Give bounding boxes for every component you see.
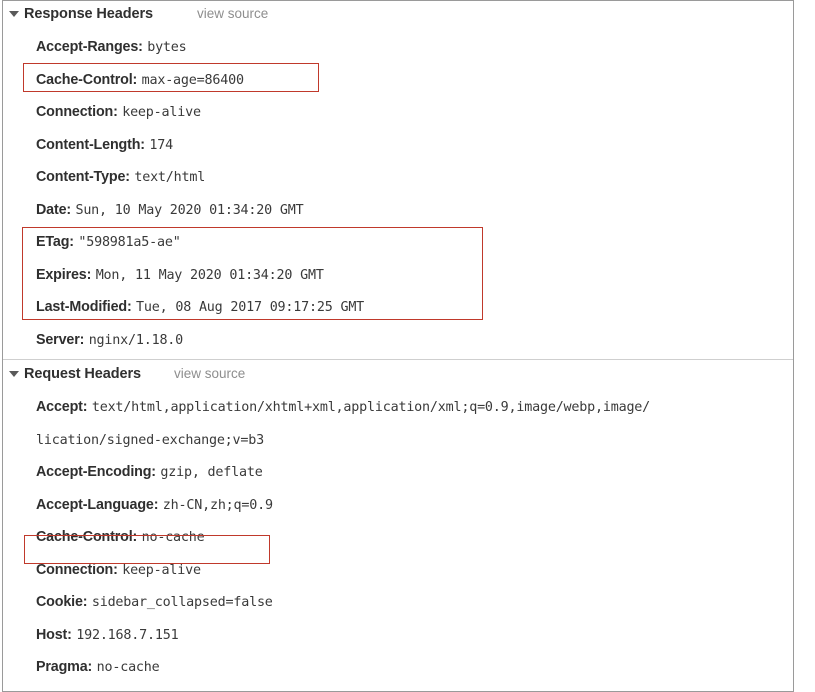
- header-value: text/html,application/xhtml+xml,applicat…: [91, 400, 651, 415]
- header-name: Content-Length:: [36, 136, 145, 153]
- header-name: Cookie:: [36, 594, 88, 610]
- header-row: Expires: Mon, 11 May 2020 01:34:20 GMT: [3, 259, 793, 292]
- header-name: Last-Modified:: [36, 299, 132, 315]
- request-view-source-link[interactable]: view source: [174, 366, 245, 381]
- header-row: Server: nginx/1.18.0: [3, 324, 793, 357]
- header-row: ETag: "598981a5-ae": [3, 226, 793, 259]
- header-value: 192.168.7.151: [76, 627, 179, 643]
- header-row: Accept-Language: zh-CN,zh;q=0.9: [3, 489, 793, 522]
- header-value: keep-alive: [122, 105, 201, 120]
- header-name: Content-Type:: [36, 169, 130, 185]
- response-headers-section-header[interactable]: Response Headers view source: [3, 0, 793, 27]
- header-row: Accept-Encoding: gzip, deflate: [3, 456, 793, 489]
- header-name: Date:: [36, 201, 71, 218]
- header-name: Host:: [36, 626, 72, 643]
- header-value: max-age=86400: [141, 72, 244, 88]
- header-value: 174: [149, 137, 173, 153]
- header-value: Sun, 10 May 2020 01:34:20 GMT: [75, 202, 304, 218]
- header-name: Accept-Language:: [36, 496, 159, 513]
- header-name: ETag:: [36, 234, 74, 250]
- header-value: sidebar_collapsed=false: [91, 595, 273, 610]
- header-row: Content-Type: text/html: [3, 161, 793, 194]
- triangle-down-icon[interactable]: [9, 371, 19, 377]
- header-row: Connection: keep-alive: [3, 96, 793, 129]
- response-headers-section: Response Headers view source Accept-Rang…: [3, 0, 793, 356]
- request-headers-title: Request Headers: [24, 365, 141, 382]
- header-value: "598981a5-ae": [78, 235, 181, 250]
- header-value: keep-alive: [122, 562, 201, 578]
- header-row: Connection: keep-alive: [3, 554, 793, 587]
- header-value: Mon, 11 May 2020 01:34:20 GMT: [95, 267, 324, 283]
- header-name: Server:: [36, 331, 85, 348]
- header-row: Date: Sun, 10 May 2020 01:34:20 GMT: [3, 194, 793, 227]
- header-value-wrapped-line: lication/signed-exchange;v=b3: [3, 424, 793, 457]
- header-value: no-cache: [96, 660, 160, 675]
- header-row: Cookie: sidebar_collapsed=false: [3, 586, 793, 619]
- header-row: Content-Length: 174: [3, 129, 793, 162]
- header-row: Pragma: no-cache: [3, 651, 793, 684]
- header-name: Accept-Encoding:: [36, 464, 156, 480]
- header-name: Pragma:: [36, 659, 93, 675]
- request-headers-section: Request Headers view source Accept: text…: [3, 360, 793, 684]
- response-view-source-link[interactable]: view source: [197, 6, 268, 21]
- panel-border-right: [793, 0, 794, 692]
- header-row: Cache-Control: no-cache: [3, 521, 793, 554]
- header-value: no-cache: [141, 530, 205, 545]
- header-row: Last-Modified: Tue, 08 Aug 2017 09:17:25…: [3, 291, 793, 324]
- response-headers-list: Accept-Ranges: bytes Cache-Control: max-…: [3, 27, 793, 356]
- header-row: Cache-Control: max-age=86400: [3, 64, 793, 97]
- header-value: Tue, 08 Aug 2017 09:17:25 GMT: [136, 300, 365, 315]
- header-name: Connection:: [36, 561, 118, 578]
- header-value: nginx/1.18.0: [88, 332, 184, 348]
- header-name: Cache-Control:: [36, 529, 138, 545]
- header-value: gzip, deflate: [160, 465, 263, 480]
- network-headers-panel: Response Headers view source Accept-Rang…: [0, 0, 815, 692]
- header-name: Expires:: [36, 266, 92, 283]
- header-row: Accept: text/html,application/xhtml+xml,…: [3, 391, 793, 424]
- header-row: Accept-Ranges: bytes: [3, 31, 793, 64]
- header-value: lication/signed-exchange;v=b3: [36, 432, 264, 448]
- header-row: Host: 192.168.7.151: [3, 619, 793, 652]
- header-name: Accept:: [36, 399, 88, 415]
- header-name: Connection:: [36, 104, 118, 120]
- header-name: Accept-Ranges:: [36, 39, 143, 55]
- header-value: text/html: [134, 170, 206, 185]
- response-headers-title: Response Headers: [24, 5, 153, 22]
- request-headers-section-header[interactable]: Request Headers view source: [3, 360, 793, 387]
- triangle-down-icon[interactable]: [9, 11, 19, 17]
- header-name: Cache-Control:: [36, 71, 138, 88]
- header-value: bytes: [147, 40, 187, 55]
- header-value: zh-CN,zh;q=0.9: [162, 497, 273, 513]
- request-headers-list: Accept: text/html,application/xhtml+xml,…: [3, 387, 793, 684]
